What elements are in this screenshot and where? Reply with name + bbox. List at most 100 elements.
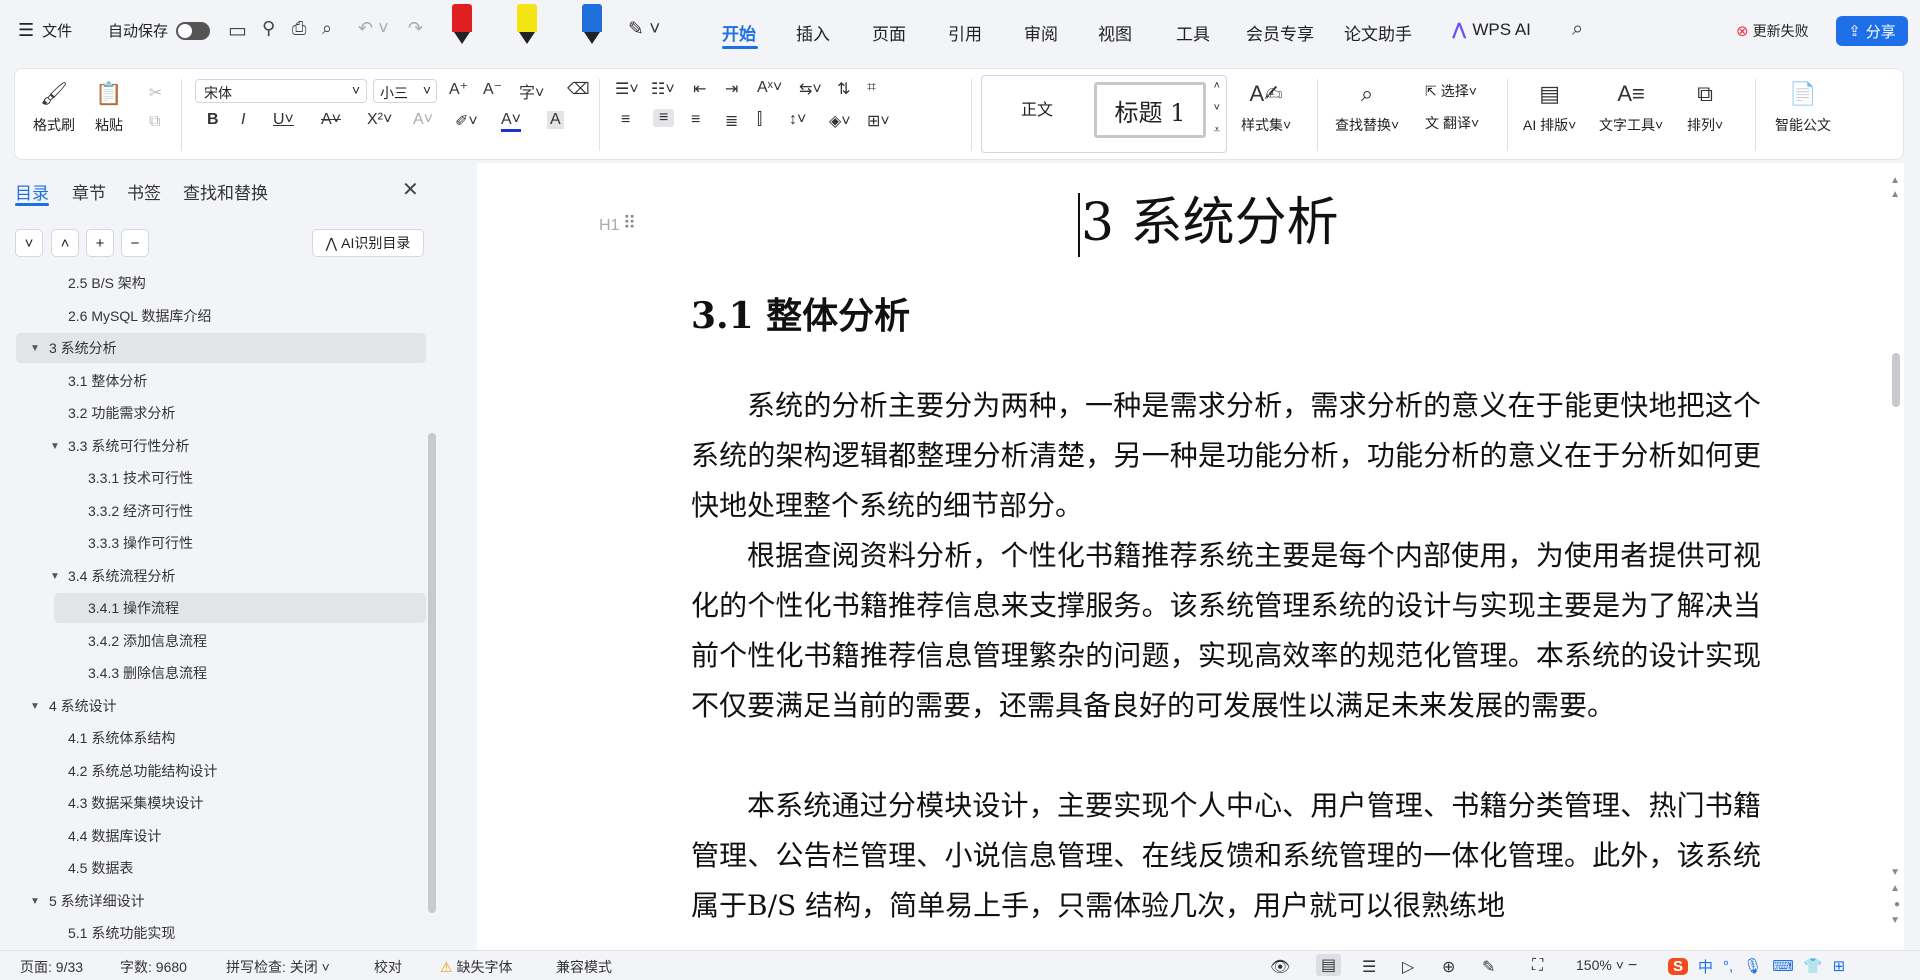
toc-item-current[interactable]: 3.4.1 操作流程 <box>54 593 426 623</box>
next-page-icon[interactable]: ▼ <box>1890 915 1900 926</box>
menu-home[interactable]: 开始 <box>722 20 756 45</box>
ai-toc-button[interactable]: ⋀ AI识别目录 <box>312 229 424 257</box>
drag-handle-icon[interactable]: ⠿ <box>623 213 636 234</box>
menu-view[interactable]: 视图 <box>1098 20 1132 45</box>
close-icon[interactable]: ✕ <box>402 177 419 202</box>
link-icon[interactable]: ⚲ <box>262 18 275 39</box>
increase-indent-icon[interactable]: ⇥ <box>725 79 738 99</box>
arrange-button[interactable]: ⧉ 排列˅ <box>1687 79 1723 135</box>
toc-item[interactable]: 2.6 MySQL 数据库介绍 <box>16 301 426 331</box>
toc-item[interactable]: 5.1 系统功能实现 <box>16 918 426 948</box>
toc-item[interactable]: 3.3.2 经济可行性 <box>16 496 426 526</box>
share-button[interactable]: ⇪ 分享 <box>1836 16 1908 46</box>
style-normal[interactable]: 正文 <box>992 96 1082 120</box>
fit-page-icon[interactable]: ⛶ <box>1532 957 1543 975</box>
toc-item[interactable]: ▼ 3.4 系统流程分析 <box>16 561 426 591</box>
font-color-icon[interactable]: A˅ <box>501 111 522 132</box>
ime-language[interactable]: 中 <box>1698 956 1713 977</box>
char-shading-icon[interactable]: A <box>547 111 564 129</box>
skin-icon[interactable]: 👕 <box>1804 957 1823 975</box>
toc-item[interactable]: 4.2 系统总功能结构设计 <box>16 756 426 786</box>
pen-icon[interactable]: ✎ ˅ <box>628 18 660 41</box>
menu-member[interactable]: 会员专享 <box>1246 20 1314 45</box>
body-paragraph[interactable]: 根据查阅资料分析，个性化书籍推荐系统主要是每个内部使用，为使用者提供可视化的个性… <box>691 531 1761 731</box>
proofread-button[interactable]: 校对 <box>374 957 402 977</box>
show-marks-icon[interactable]: ⌗ <box>867 79 876 97</box>
print-preview-icon[interactable]: ⌕ <box>322 18 332 39</box>
save-icon[interactable]: ▭ <box>228 18 247 43</box>
toc-item[interactable]: 4.5 数据表 <box>16 853 426 883</box>
toc-item[interactable]: 2.5 B/S 架构 <box>16 268 426 298</box>
menu-page[interactable]: 页面 <box>872 20 906 45</box>
align-left-icon[interactable]: ≡ <box>621 111 630 129</box>
zoom-out-icon[interactable]: − <box>1628 957 1637 975</box>
decrease-indent-icon[interactable]: ⇤ <box>693 79 706 99</box>
select-browse-icon[interactable]: ● <box>1894 899 1900 910</box>
zoom-level[interactable]: 150% ˅ <box>1576 957 1624 973</box>
font-grow-icon[interactable]: A⁺ <box>449 79 468 99</box>
heading-2[interactable]: 3.1 整体分析 <box>691 291 910 341</box>
distributed-icon[interactable]: ⫿ <box>757 111 762 129</box>
wps-ai-menu[interactable]: ⋀ WPS AI <box>1452 20 1531 40</box>
sogou-logo-icon[interactable]: S <box>1668 957 1689 975</box>
style-scroll-up-icon[interactable]: ˄ <box>1214 80 1220 92</box>
eye-icon[interactable]: 👁 <box>1270 957 1290 977</box>
tab-find-replace[interactable]: 查找和替换 <box>183 179 268 204</box>
toc-item[interactable]: 3.1 整体分析 <box>16 366 426 396</box>
toc-item[interactable]: ▼ 3.3 系统可行性分析 <box>16 431 426 461</box>
heading-level-icon[interactable]: H1 <box>599 217 619 235</box>
outline-view-icon[interactable]: ☰ <box>1362 957 1376 977</box>
font-name-select[interactable]: 宋体 ˅ <box>195 79 367 103</box>
format-painter-button[interactable]: 🖌 格式刷 <box>33 79 75 135</box>
style-scroll-down-icon[interactable]: ˅ <box>1214 102 1220 114</box>
style-expand-icon[interactable]: ⩡ <box>1214 124 1220 137</box>
sort-icon[interactable]: ⇅ <box>837 79 850 99</box>
toc-item[interactable]: 3.2 功能需求分析 <box>16 398 426 428</box>
search-icon[interactable]: ⌕ <box>1572 18 1583 41</box>
document-scrollbar[interactable] <box>1892 353 1900 407</box>
bullet-list-icon[interactable]: ☰˅ <box>615 79 639 99</box>
scroll-down-icon[interactable]: ▼ <box>1890 867 1900 878</box>
phonetic-icon[interactable]: 字˅ <box>519 79 544 103</box>
pen-mode-icon[interactable]: ✎ <box>1482 957 1495 977</box>
punctuation-icon[interactable]: °, <box>1723 958 1733 975</box>
collapse-all-button[interactable]: ˅ <box>15 229 43 257</box>
align-center-icon[interactable]: ≡ <box>653 109 675 127</box>
autosave-toggle[interactable]: 自动保存 <box>108 20 211 41</box>
page-indicator[interactable]: 页面: 9/33 <box>20 957 83 977</box>
toc-item[interactable]: 3.4.2 添加信息流程 <box>16 626 426 656</box>
bold-icon[interactable]: B <box>207 111 219 129</box>
cut-icon[interactable]: ✂ <box>149 83 162 103</box>
find-replace-button[interactable]: ⌕ 查找替换˅ <box>1335 79 1399 135</box>
text-effect-icon[interactable]: A˅ <box>413 111 433 129</box>
blue-highlighter-icon[interactable] <box>582 4 602 48</box>
page-view-icon[interactable]: ▤ <box>1316 954 1342 976</box>
toc-item[interactable]: ▼ 4 系统设计 <box>16 691 426 721</box>
strikethrough-icon[interactable]: A˅ <box>321 111 341 129</box>
superscript-icon[interactable]: X²˅ <box>367 111 392 129</box>
body-paragraph[interactable]: 系统的分析主要分为两种，一种是需求分析，需求分析的意义在于能更快地把这个系统的架… <box>691 381 1761 531</box>
toc-item[interactable]: 4.3 数据采集模块设计 <box>16 788 426 818</box>
body-paragraph[interactable]: 本系统通过分模块设计，主要实现个人中心、用户管理、书籍分类管理、热门书籍管理、公… <box>691 781 1761 931</box>
remove-heading-button[interactable]: − <box>121 229 149 257</box>
chinese-layout-icon[interactable]: ⇆˅ <box>799 79 822 99</box>
update-failed-button[interactable]: ⊗ 更新失败 <box>1736 21 1809 41</box>
toc-item[interactable]: 4.4 数据库设计 <box>16 821 426 851</box>
style-heading-1[interactable]: 标题 1 <box>1094 82 1206 138</box>
border-icon[interactable]: ⊞˅ <box>867 111 890 131</box>
text-direction-icon[interactable]: Aˣ˅ <box>757 79 782 97</box>
smart-doc-button[interactable]: 📄 智能公文 <box>1775 79 1831 135</box>
menu-review[interactable]: 审阅 <box>1024 20 1058 45</box>
justify-icon[interactable]: ≣ <box>725 111 738 131</box>
tab-chapters[interactable]: 章节 <box>72 179 106 204</box>
toc-item[interactable]: 3.4.3 删除信息流程 <box>16 658 426 688</box>
numbered-list-icon[interactable]: ☷˅ <box>651 79 675 99</box>
translate-button[interactable]: 文 翻译 ˅ <box>1425 113 1479 133</box>
underline-icon[interactable]: U˅ <box>273 111 294 129</box>
web-view-icon[interactable]: ⊕ <box>1442 957 1455 977</box>
ai-layout-button[interactable]: ▤ AI 排版˅ <box>1523 79 1576 135</box>
expand-up-button[interactable]: ˄ <box>51 229 79 257</box>
yellow-highlighter-icon[interactable] <box>517 4 537 48</box>
undo-icon[interactable]: ↶ ˅ <box>358 18 389 39</box>
menu-tools[interactable]: 工具 <box>1176 20 1210 45</box>
